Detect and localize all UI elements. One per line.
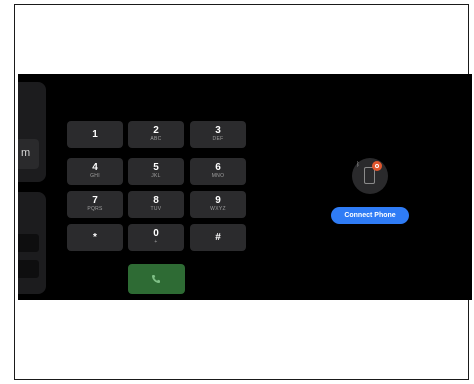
alert-badge-icon [372,161,382,171]
key-3[interactable]: 3 DEF [190,121,246,148]
connect-phone-button[interactable]: Connect Phone [331,207,409,224]
side-card-top[interactable]: m [18,82,46,182]
key-hash[interactable]: # [190,224,246,251]
side-card-label: m [21,147,31,159]
key-star[interactable]: * [67,224,123,251]
key-7[interactable]: 7 PQRS [67,191,123,218]
key-1[interactable]: 1 [67,121,123,148]
side-card-bottom[interactable] [18,192,46,294]
call-button[interactable] [128,264,185,294]
phone-icon [152,275,160,283]
side-card-bar [18,234,39,252]
key-9[interactable]: 9 WXYZ [190,191,246,218]
key-6[interactable]: 6 MNO [190,158,246,185]
key-4[interactable]: 4 GHI [67,158,123,185]
side-card-bar [18,260,39,278]
key-2[interactable]: 2 ABC [128,121,184,148]
key-8[interactable]: 8 TUV [128,191,184,218]
phone-bluetooth-icon: ᛒ [352,158,388,194]
dialer-screen: m 1 2 ABC 3 DEF 4 GHI 5 JKL 6 MNO 7 PQRS… [18,74,472,300]
key-0[interactable]: 0 + [128,224,184,251]
bluetooth-icon: ᛒ [356,162,360,168]
side-card-chip[interactable]: m [18,139,39,169]
key-5[interactable]: 5 JKL [128,158,184,185]
